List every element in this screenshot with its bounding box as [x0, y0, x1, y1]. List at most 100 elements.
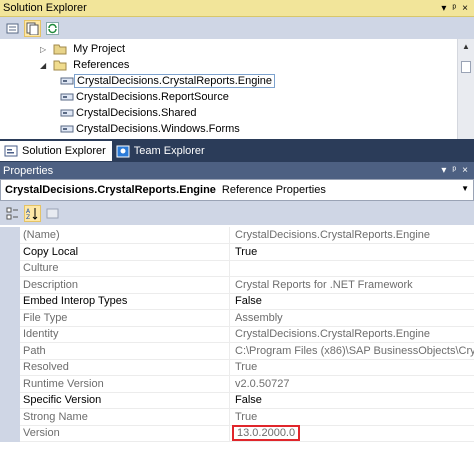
tree-item-label: My Project [73, 43, 126, 55]
reference-icon [60, 125, 74, 133]
reference-icon [60, 93, 74, 101]
scroll-up-icon[interactable]: ▲ [462, 42, 470, 51]
expand-arrow-icon[interactable]: ▷ [40, 45, 46, 54]
tree-item-report-source[interactable]: CrystalDecisions.ReportSource [60, 89, 231, 105]
property-name: Version [20, 425, 230, 442]
properties-toolbar: AZ [0, 201, 474, 225]
solution-explorer-icon [4, 145, 18, 156]
property-grid: (Name) CrystalDecisions.CrystalReports.En… [0, 225, 474, 451]
property-row[interactable]: Path C:\Program Files (x86)\SAP BusinessO… [0, 342, 474, 360]
property-value: True [230, 359, 474, 376]
solution-tree: ▷ My Project ◢ References CrystalDecisio… [0, 39, 474, 139]
reference-icon [60, 109, 74, 117]
reference-icon [60, 77, 74, 85]
properties-icon [6, 23, 19, 33]
tree-item-label: CrystalDecisions.Shared [76, 107, 197, 119]
property-row[interactable]: Identity CrystalDecisions.CrystalReports.… [0, 326, 474, 343]
row-gutter [0, 342, 20, 360]
dropdown-arrow-icon[interactable]: ▼ [461, 184, 469, 193]
tool-window-tabs: Solution Explorer Team Explorer [0, 139, 474, 161]
property-value [230, 260, 474, 277]
property-row[interactable]: Resolved True [0, 359, 474, 376]
tree-item-my-project[interactable]: ▷ My Project [40, 41, 127, 57]
row-gutter [0, 408, 20, 426]
window-position-button[interactable]: ▾ [441, 3, 446, 14]
property-row[interactable]: Culture [0, 260, 474, 277]
property-row[interactable]: Description Crystal Reports for .NET Fram… [0, 276, 474, 294]
row-gutter [0, 227, 20, 244]
row-gutter [0, 309, 20, 327]
property-row[interactable]: Copy Local True [0, 243, 474, 261]
property-name: Embed Interop Types [20, 293, 230, 310]
auto-hide-button[interactable]: ᵖ [452, 3, 456, 14]
svg-text:Z: Z [26, 214, 30, 220]
property-row[interactable]: Strong Name True [0, 408, 474, 426]
folder-open-icon [53, 60, 67, 71]
categorized-button[interactable] [4, 205, 21, 222]
property-value: 13.0.2000.0 [230, 425, 474, 442]
tree-item-references[interactable]: ◢ References [40, 57, 131, 73]
scroll-thumb[interactable] [461, 61, 471, 73]
property-name: Resolved [20, 359, 230, 376]
tree-item-label: CrystalDecisions.CrystalReports.Engine [74, 74, 276, 88]
tree-item-shared[interactable]: CrystalDecisions.Shared [60, 105, 198, 121]
solution-explorer-toolbar [0, 17, 474, 39]
show-all-files-button[interactable] [24, 19, 41, 37]
window-position-button[interactable]: ▾ [441, 165, 446, 176]
properties-button[interactable] [4, 20, 21, 37]
property-value[interactable]: False [230, 293, 474, 310]
property-pages-icon [46, 208, 59, 218]
tab-solution-explorer[interactable]: Solution Explorer [0, 141, 112, 161]
tree-item-windows-forms[interactable]: CrystalDecisions.Windows.Forms [60, 121, 242, 137]
alphabetical-sort-icon: AZ [26, 207, 38, 220]
property-row[interactable]: Specific Version False [0, 392, 474, 409]
tab-label: Solution Explorer [22, 145, 106, 157]
collapse-arrow-icon[interactable]: ◢ [40, 61, 46, 70]
close-button[interactable]: × [462, 165, 468, 176]
property-row[interactable]: Embed Interop Types False [0, 293, 474, 310]
alphabetical-button[interactable]: AZ [24, 204, 41, 222]
version-highlight-box: 13.0.2000.0 [232, 425, 301, 441]
property-value: C:\Program Files (x86)\SAP BusinessObjec… [230, 343, 474, 360]
property-row[interactable]: Version 13.0.2000.0 [0, 425, 474, 442]
property-row[interactable]: (Name) CrystalDecisions.CrystalReports.En… [0, 227, 474, 244]
team-explorer-icon [116, 145, 130, 157]
object-kind: Reference Properties [221, 184, 326, 196]
tree-scrollbar[interactable]: ▲ [457, 39, 474, 139]
property-value: CrystalDecisions.CrystalReports.Engine [230, 227, 474, 244]
close-button[interactable]: × [462, 3, 468, 14]
row-gutter [0, 425, 20, 442]
property-name: Specific Version [20, 392, 230, 409]
property-name: Path [20, 342, 230, 360]
tree-item-label: CrystalDecisions.Windows.Forms [76, 123, 240, 135]
property-name: Identity [20, 326, 230, 343]
refresh-button[interactable] [44, 20, 61, 37]
property-name: (Name) [20, 227, 230, 244]
row-gutter [0, 392, 20, 409]
folder-icon [53, 44, 67, 55]
tree-item-crystal-engine[interactable]: CrystalDecisions.CrystalReports.Engine [60, 73, 276, 89]
row-gutter [0, 276, 20, 294]
property-value: True [230, 409, 474, 426]
tree-item-label: References [73, 59, 130, 71]
solution-explorer-title: Solution Explorer [3, 2, 87, 14]
property-name: Culture [20, 260, 230, 277]
property-row[interactable]: File Type Assembly [0, 309, 474, 327]
row-gutter [0, 293, 20, 310]
property-value[interactable]: False [230, 392, 474, 409]
property-value[interactable]: True [230, 244, 474, 261]
property-pages-button[interactable] [44, 205, 61, 222]
categorized-icon [6, 207, 18, 219]
row-gutter [0, 375, 20, 393]
property-name: File Type [20, 309, 230, 327]
tab-label: Team Explorer [133, 145, 205, 157]
property-value: v2.0.50727 [230, 376, 474, 393]
property-name: Copy Local [20, 243, 230, 261]
property-value: Assembly [230, 310, 474, 327]
property-name: Description [20, 276, 230, 294]
tab-team-explorer[interactable]: Team Explorer [112, 141, 211, 161]
auto-hide-button[interactable]: ᵖ [452, 165, 456, 176]
refresh-icon [46, 21, 59, 35]
property-row[interactable]: Runtime Version v2.0.50727 [0, 375, 474, 393]
object-selector[interactable]: CrystalDecisions.CrystalReports.Engine R… [0, 179, 474, 201]
